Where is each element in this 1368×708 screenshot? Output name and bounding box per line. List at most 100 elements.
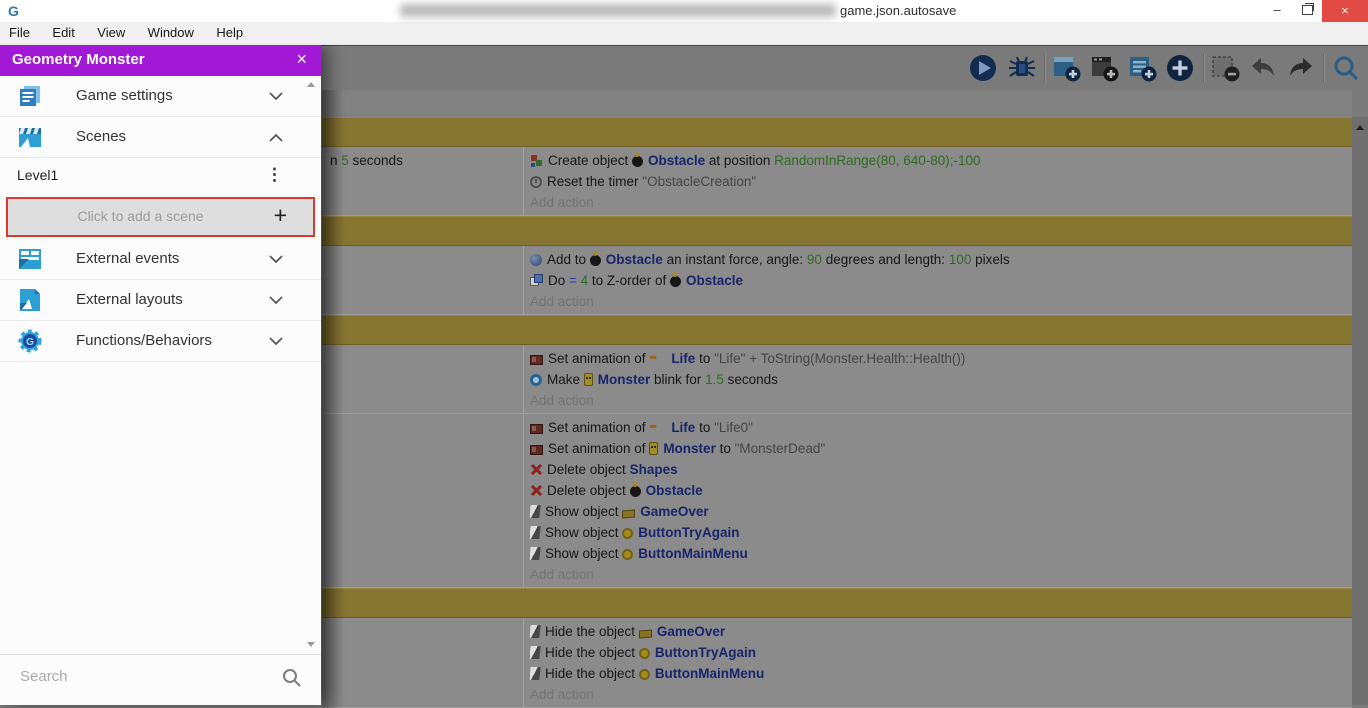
add-action-label: Add action — [530, 195, 594, 210]
chevron-up-icon[interactable] — [269, 133, 283, 142]
instruction-line[interactable]: Delete object Shapes — [530, 459, 1348, 480]
search-icon[interactable] — [281, 667, 303, 689]
more-options-icon[interactable]: ⋮ — [266, 165, 283, 185]
event-group-header[interactable] — [322, 315, 1352, 345]
event-group-header[interactable] — [322, 216, 1352, 246]
close-button[interactable]: × — [1322, 0, 1368, 22]
instruction-line[interactable]: Set animation of Life to "Life" + ToStri… — [530, 348, 1348, 369]
add-action-label: Add action — [530, 687, 594, 702]
event-row[interactable]: Hide the object GameOver Hide the object … — [322, 618, 1352, 708]
menu-help[interactable]: Help — [207, 22, 252, 40]
instruction-line[interactable]: Hide the object GameOver — [530, 621, 1348, 642]
instruction-line[interactable]: Show object ButtonTryAgain — [530, 522, 1348, 543]
chevron-down-icon[interactable] — [269, 255, 283, 264]
instruction-line[interactable]: Do = 4 to Z-order of Obstacle — [530, 270, 1348, 291]
events-sheet[interactable]: n 5 seconds Create object Obstacle at pos… — [322, 88, 1352, 708]
event-row[interactable]: Set animation of Life to "Life" + ToStri… — [322, 345, 1352, 414]
add-scene-button[interactable]: Click to add a scene + — [6, 197, 315, 237]
events-scrollbar[interactable] — [1352, 117, 1368, 705]
instruction-line[interactable]: Reset the timer "ObstacleCreation" — [530, 171, 1348, 192]
undo-icon[interactable] — [1247, 52, 1279, 84]
event-row[interactable]: Set animation of Life to "Life0"Set anim… — [322, 414, 1352, 588]
sidebar-item-functions-behaviors[interactable]: G Functions/Behaviors — [0, 321, 321, 362]
visibility-icon — [530, 625, 541, 638]
chevron-down-icon[interactable] — [269, 296, 283, 305]
toolbar-separator — [1203, 54, 1205, 82]
play-icon[interactable] — [967, 52, 999, 84]
event-row-partial[interactable] — [322, 88, 1352, 117]
conditions-cell[interactable] — [322, 246, 524, 314]
sidebar-scroll-down-icon[interactable] — [307, 642, 315, 647]
object-name: Obstacle — [685, 273, 743, 288]
object-name: ButtonMainMenu — [654, 666, 765, 681]
text-segment: to Z-order of — [588, 273, 670, 288]
conditions-cell[interactable] — [322, 345, 524, 413]
add-action-link[interactable]: Add action — [530, 192, 1348, 213]
add-object-icon[interactable] — [1050, 52, 1082, 84]
add-action-link[interactable]: Add action — [530, 684, 1348, 705]
redo-icon[interactable] — [1285, 52, 1317, 84]
instruction-line[interactable]: Set animation of Monster to "MonsterDead… — [530, 438, 1348, 459]
add-action-link[interactable]: Add action — [530, 390, 1348, 411]
chevron-down-icon[interactable] — [269, 337, 283, 346]
add-events-group-icon[interactable] — [1088, 52, 1120, 84]
event-group-header[interactable] — [322, 117, 1352, 147]
event-row[interactable]: Add to Obstacle an instant force, angle:… — [322, 246, 1352, 315]
search-icon[interactable] — [1330, 52, 1362, 84]
gameover-icon — [622, 509, 636, 519]
instruction-line[interactable]: Hide the object ButtonMainMenu — [530, 663, 1348, 684]
text-segment: Do — [548, 273, 570, 288]
text-segment: 100 — [948, 252, 972, 267]
text-segment: RandomInRange(80, 640-80);-100 — [774, 153, 981, 168]
sidebar-scroll-up-icon[interactable] — [307, 82, 315, 87]
conditions-cell[interactable] — [322, 618, 524, 707]
event-row[interactable]: n 5 seconds Create object Obstacle at pos… — [322, 147, 1352, 216]
instruction-line[interactable]: Show object ButtonMainMenu — [530, 543, 1348, 564]
instruction-line[interactable]: Add to Obstacle an instant force, angle:… — [530, 249, 1348, 270]
actions-cell[interactable]: Set animation of Life to "Life0"Set anim… — [524, 414, 1352, 587]
instruction-line[interactable]: Make Monster blink for 1.5 seconds — [530, 369, 1348, 390]
minimize-button[interactable]: – — [1262, 0, 1292, 22]
instruction-line[interactable]: Create object Obstacle at position Rando… — [530, 150, 1348, 171]
add-comment-icon[interactable] — [1126, 52, 1158, 84]
add-event-icon[interactable] — [1164, 52, 1196, 84]
animation-icon — [530, 355, 543, 365]
add-action-link[interactable]: Add action — [530, 564, 1348, 585]
search-input[interactable] — [18, 667, 272, 686]
sidebar-item-external-layouts[interactable]: External layouts — [0, 280, 321, 321]
instruction-line[interactable]: n 5 seconds — [330, 150, 519, 171]
text-segment: to — [715, 441, 735, 456]
remove-event-icon[interactable] — [1209, 52, 1241, 84]
event-group-header[interactable] — [322, 588, 1352, 618]
scroll-up-icon[interactable] — [1356, 125, 1364, 130]
sidebar-item-external-events[interactable]: External events — [0, 239, 321, 280]
instruction-line[interactable]: Set animation of Life to "Life0" — [530, 417, 1348, 438]
visibility-icon — [530, 547, 541, 560]
add-action-link[interactable]: Add action — [530, 291, 1348, 312]
text-segment: 90 — [806, 252, 822, 267]
menu-view[interactable]: View — [88, 22, 134, 40]
actions-cell[interactable]: Hide the object GameOver Hide the object … — [524, 618, 1352, 707]
sidebar-item-scenes[interactable]: Scenes — [0, 117, 321, 158]
menu-window[interactable]: Window — [139, 22, 203, 40]
text-segment: to — [695, 420, 715, 435]
text-segment: seconds — [348, 153, 403, 168]
conditions-cell[interactable] — [322, 414, 524, 587]
timer-icon — [530, 176, 542, 188]
debug-icon[interactable] — [1006, 52, 1038, 84]
actions-cell[interactable]: Set animation of Life to "Life" + ToStri… — [524, 345, 1352, 413]
restore-button[interactable] — [1292, 0, 1322, 22]
scene-item-level1[interactable]: Level1 ⋮ — [0, 158, 321, 195]
sidebar-item-game-settings[interactable]: Game settings — [0, 76, 321, 117]
instruction-line[interactable]: Delete object Obstacle — [530, 480, 1348, 501]
close-icon[interactable]: × — [296, 48, 307, 70]
instruction-line[interactable]: Hide the object ButtonTryAgain — [530, 642, 1348, 663]
conditions-cell[interactable]: n 5 seconds — [322, 147, 524, 215]
actions-cell[interactable]: Add to Obstacle an instant force, angle:… — [524, 246, 1352, 314]
object-name: Life — [671, 420, 696, 435]
menu-edit[interactable]: Edit — [43, 22, 83, 40]
actions-cell[interactable]: Create object Obstacle at position Rando… — [524, 147, 1352, 215]
menu-file[interactable]: File — [0, 22, 39, 40]
chevron-down-icon[interactable] — [269, 92, 283, 101]
instruction-line[interactable]: Show object GameOver — [530, 501, 1348, 522]
